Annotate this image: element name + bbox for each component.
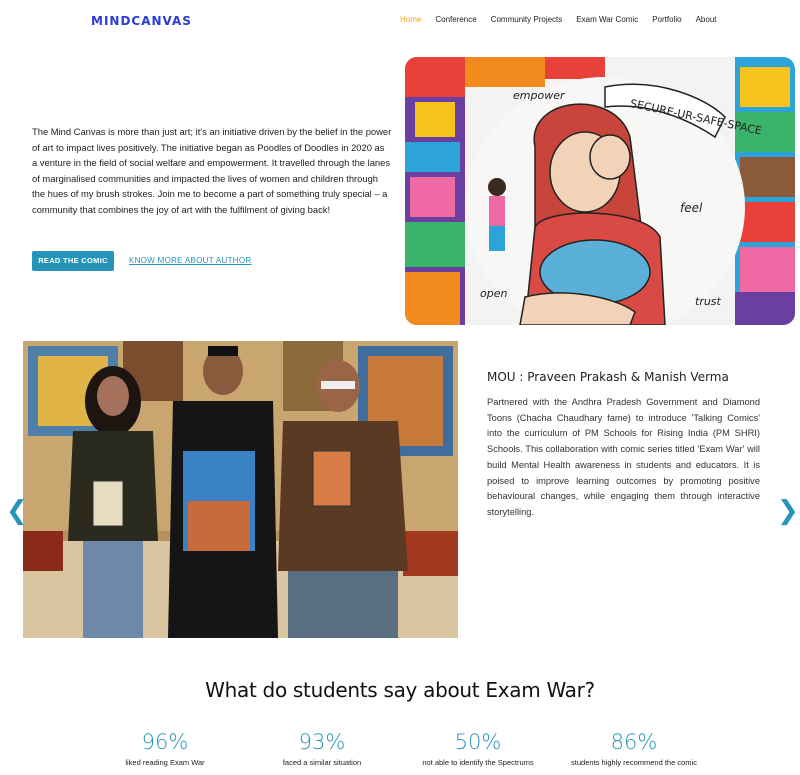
nav-item-community-projects[interactable]: Community Projects — [491, 15, 563, 24]
nav-item-portfolio[interactable]: Portfolio — [652, 15, 681, 24]
site-logo[interactable]: MINDCANVAS — [91, 14, 192, 28]
stat-label: faced a similar situation — [282, 758, 362, 767]
mou-photo-image — [23, 341, 458, 638]
stat-recommend: 86% students highly recommend the comic — [559, 730, 709, 767]
artwork-illustration: SECURE-UR-SAFE-SPACE empower feel open t… — [405, 57, 795, 325]
stat-value: 96% — [141, 730, 189, 754]
hero-artwork: SECURE-UR-SAFE-SPACE empower feel open t… — [405, 57, 795, 325]
carousel-next-button[interactable]: ❯ — [777, 496, 799, 526]
stat-value: 50% — [454, 730, 502, 754]
artwork-word-feel: feel — [680, 201, 703, 215]
stat-spectrums: 50% not able to identify the Spectrums — [403, 730, 553, 767]
nav-item-home[interactable]: Home — [400, 15, 421, 24]
nav-item-about[interactable]: About — [696, 15, 717, 24]
artwork-word-trust: trust — [695, 295, 722, 308]
read-comic-button[interactable]: READ THE COMIC — [32, 251, 114, 271]
nav-item-conference[interactable]: Conference — [435, 15, 476, 24]
nav-menu: Home Conference Community Projects Exam … — [400, 15, 730, 24]
mou-title: MOU : Praveen Prakash & Manish Verma — [487, 370, 729, 384]
author-link[interactable]: KNOW MORE ABOUT AUTHOR — [129, 256, 251, 265]
artwork-word-open: open — [480, 287, 507, 300]
artwork-word-empower: empower — [513, 89, 566, 102]
top-nav: MINDCANVAS Home Conference Community Pro… — [0, 0, 800, 42]
stats-heading: What do students say about Exam War? — [205, 678, 595, 702]
stat-value: 86% — [610, 730, 658, 754]
mou-photo — [23, 341, 458, 638]
stat-label: not able to identify the Spectrums — [422, 758, 534, 767]
nav-item-exam-war-comic[interactable]: Exam War Comic — [576, 15, 638, 24]
carousel-prev-button[interactable]: ❮ — [6, 496, 28, 526]
mou-description: Partnered with the Andhra Pradesh Govern… — [487, 397, 760, 517]
intro-paragraph: The Mind Canvas is more than just art; i… — [32, 126, 392, 215]
stat-label: students highly recommend the comic — [571, 758, 697, 767]
stat-liked: 96% liked reading Exam War — [90, 730, 240, 767]
stat-similar-situation: 93% faced a similar situation — [247, 730, 397, 767]
stat-value: 93% — [298, 730, 346, 754]
stat-label: liked reading Exam War — [125, 758, 205, 767]
